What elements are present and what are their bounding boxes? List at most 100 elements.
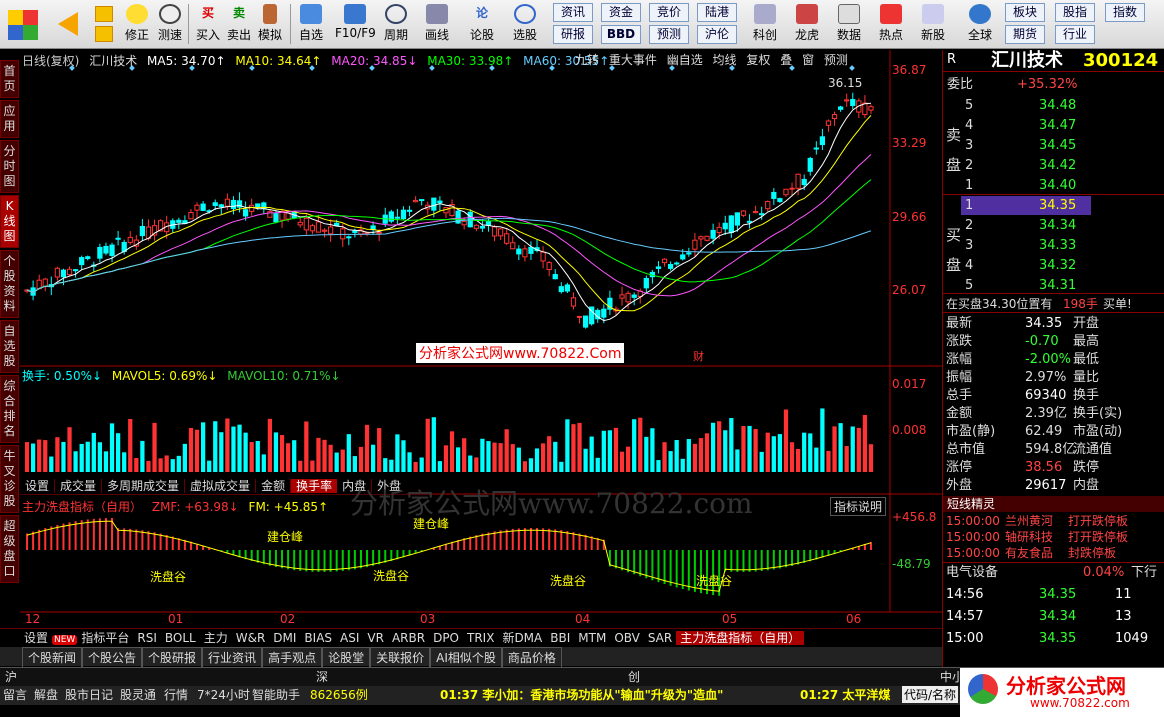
self-select-button[interactable]: 幽自选 — [667, 53, 703, 67]
bbd-button[interactable]: BBD — [601, 25, 641, 44]
ind-tab-wr[interactable]: W&R — [232, 631, 270, 645]
ind-tab-mtm[interactable]: MTM — [574, 631, 610, 645]
hot-button[interactable]: 热点 — [874, 2, 908, 47]
tab-timeshare[interactable]: 分时图 — [0, 140, 19, 193]
funds-button[interactable]: 资金 — [601, 3, 641, 22]
ind-tab-settings[interactable]: 设置 — [0, 631, 52, 645]
status-item[interactable]: 行情 — [164, 686, 188, 703]
tab-home[interactable]: 首页 — [0, 60, 19, 98]
tab-multi-period-volume[interactable]: 多周期成交量 — [102, 479, 186, 493]
ind-tab-vr[interactable]: VR — [363, 631, 388, 645]
sz-index[interactable]: 深 — [316, 668, 328, 685]
shanghai-london-button[interactable]: 沪伦 — [697, 25, 737, 44]
sell-button[interactable]: 卖卖出 — [222, 2, 256, 47]
code-search-input[interactable]: 代码/名称 — [902, 686, 959, 703]
cy-index[interactable]: 创 — [628, 668, 640, 685]
news-tab[interactable]: 个股研报 — [142, 647, 203, 668]
status-item[interactable]: 解盘 — [34, 686, 58, 703]
down-arrow-icon[interactable] — [95, 26, 113, 42]
kline-chart[interactable]: 日线(复权) 汇川技术 MA5: 34.70↑ MA10: 34.64↑ MA2… — [20, 50, 942, 630]
news-tab[interactable]: AI相似个股 — [430, 647, 502, 668]
ind-tab-obv[interactable]: OBV — [610, 631, 644, 645]
industry-name[interactable]: 电气设备 — [946, 563, 998, 583]
data-button[interactable]: 数据 — [832, 2, 866, 47]
index-button[interactable]: 指数 — [1105, 3, 1145, 22]
stock-index-button[interactable]: 股指 — [1055, 3, 1095, 22]
watchlist-button[interactable]: 自选 — [294, 2, 328, 47]
hk-connect-button[interactable]: 陆港 — [697, 3, 737, 22]
indicator-help-button[interactable]: 指标说明 — [830, 497, 887, 516]
status-item[interactable]: 7*24小时 — [197, 686, 250, 703]
tab-profile[interactable]: 个股资料 — [0, 250, 19, 318]
ind-tab-asi[interactable]: ASI — [336, 631, 363, 645]
tab-turnover[interactable]: 换手率 — [291, 479, 338, 493]
tab-kline[interactable]: K线图 — [0, 195, 19, 248]
window-button[interactable]: 窗 — [802, 53, 814, 67]
news-tab[interactable]: 个股公告 — [82, 647, 143, 668]
news-tab[interactable]: 行业资讯 — [202, 647, 263, 668]
status-item[interactable]: 股市日记 — [65, 686, 113, 703]
adjust-button[interactable]: 复权 — [746, 53, 770, 67]
industry-button[interactable]: 行业 — [1055, 25, 1095, 44]
forecast-button[interactable]: 预测 — [649, 25, 689, 44]
news-tab[interactable]: 商品价格 — [501, 647, 562, 668]
ind-tab-dma[interactable]: 新DMA — [498, 631, 546, 645]
speed-test-button[interactable]: 测速 — [153, 2, 187, 47]
ind-tab-main[interactable]: 主力 — [200, 631, 232, 645]
next-button[interactable]: 下行 — [1131, 563, 1157, 583]
buy-button[interactable]: 买买入 — [191, 2, 225, 47]
tab-volume[interactable]: 成交量 — [55, 479, 103, 493]
period-button[interactable]: 周期 — [379, 2, 413, 47]
ind-tab-arbr[interactable]: ARBR — [388, 631, 429, 645]
tab-vol-settings[interactable]: 设置 — [20, 479, 56, 493]
sector-button[interactable]: 板块 — [1005, 3, 1045, 22]
star-market-button[interactable]: 科创 — [748, 2, 782, 47]
tab-apps[interactable]: 应用 — [0, 100, 19, 138]
research-button[interactable]: 研报 — [553, 25, 593, 44]
status-item[interactable]: 留言 — [3, 686, 27, 703]
sh-index[interactable]: 沪 — [5, 668, 17, 685]
jiuzhuan-button[interactable]: 九转 — [575, 53, 599, 67]
discuss-button[interactable]: 论论股 — [465, 2, 499, 47]
news-tab[interactable]: 关联报价 — [370, 647, 431, 668]
status-item[interactable]: 智能助手 — [252, 686, 300, 703]
select-stock-button[interactable]: 选股 — [508, 2, 542, 47]
tab-ranking[interactable]: 综合排名 — [0, 375, 19, 443]
f10-button[interactable]: F10/F9 — [335, 2, 376, 47]
tab-watchlist[interactable]: 自选股 — [0, 320, 19, 373]
tab-diagnose[interactable]: 牛叉诊股 — [0, 445, 19, 513]
ind-tab-dpo[interactable]: DPO — [429, 631, 463, 645]
ind-tab-custom[interactable]: 主力洗盘指标（自用） — [676, 631, 805, 645]
futures-button[interactable]: 期货 — [1005, 25, 1045, 44]
status-item[interactable]: 股灵通 — [120, 686, 156, 703]
ma-button[interactable]: 均线 — [713, 53, 737, 67]
simulate-button[interactable]: 模拟 — [253, 2, 287, 47]
ind-tab-platform[interactable]: 指标平台 — [77, 631, 133, 645]
ind-tab-bias[interactable]: BIAS — [300, 631, 336, 645]
news-ticker[interactable]: 01:37 李小加：香港市场功能从"输血"升级为"造血" — [440, 686, 723, 703]
ind-tab-rsi[interactable]: RSI — [133, 631, 161, 645]
dragon-tiger-button[interactable]: 龙虎 — [790, 2, 824, 47]
predict-button[interactable]: 预测 — [824, 53, 848, 67]
revise-button[interactable]: 修正 — [120, 2, 154, 47]
ind-tab-sar[interactable]: SAR — [644, 631, 676, 645]
ind-tab-trix[interactable]: TRIX — [463, 631, 498, 645]
global-button[interactable]: 全球 — [960, 2, 1000, 47]
news-tab[interactable]: 个股新闻 — [22, 647, 83, 668]
ipo-button[interactable]: 新股 — [916, 2, 950, 47]
news-ticker-2[interactable]: 01:27 太平洋煤 — [800, 686, 890, 703]
news-tab[interactable]: 论股堂 — [322, 647, 371, 668]
ind-tab-bbi[interactable]: BBI — [546, 631, 574, 645]
back-arrow-icon[interactable] — [58, 12, 78, 36]
overlay-button[interactable]: 叠 — [780, 53, 792, 67]
ind-tab-dmi[interactable]: DMI — [269, 631, 300, 645]
ind-tab-boll[interactable]: BOLL — [161, 631, 200, 645]
up-arrow-icon[interactable] — [95, 6, 113, 22]
tab-super-quote[interactable]: 超级盘口 — [0, 515, 19, 583]
draw-button[interactable]: 画线 — [420, 2, 454, 47]
buy-order-button[interactable]: 买单! — [1103, 294, 1132, 314]
news-tab[interactable]: 高手观点 — [262, 647, 323, 668]
tab-amount[interactable]: 金额 — [256, 479, 292, 493]
tab-virtual-volume[interactable]: 虚拟成交量 — [185, 479, 257, 493]
news-button[interactable]: 资讯 — [553, 3, 593, 22]
